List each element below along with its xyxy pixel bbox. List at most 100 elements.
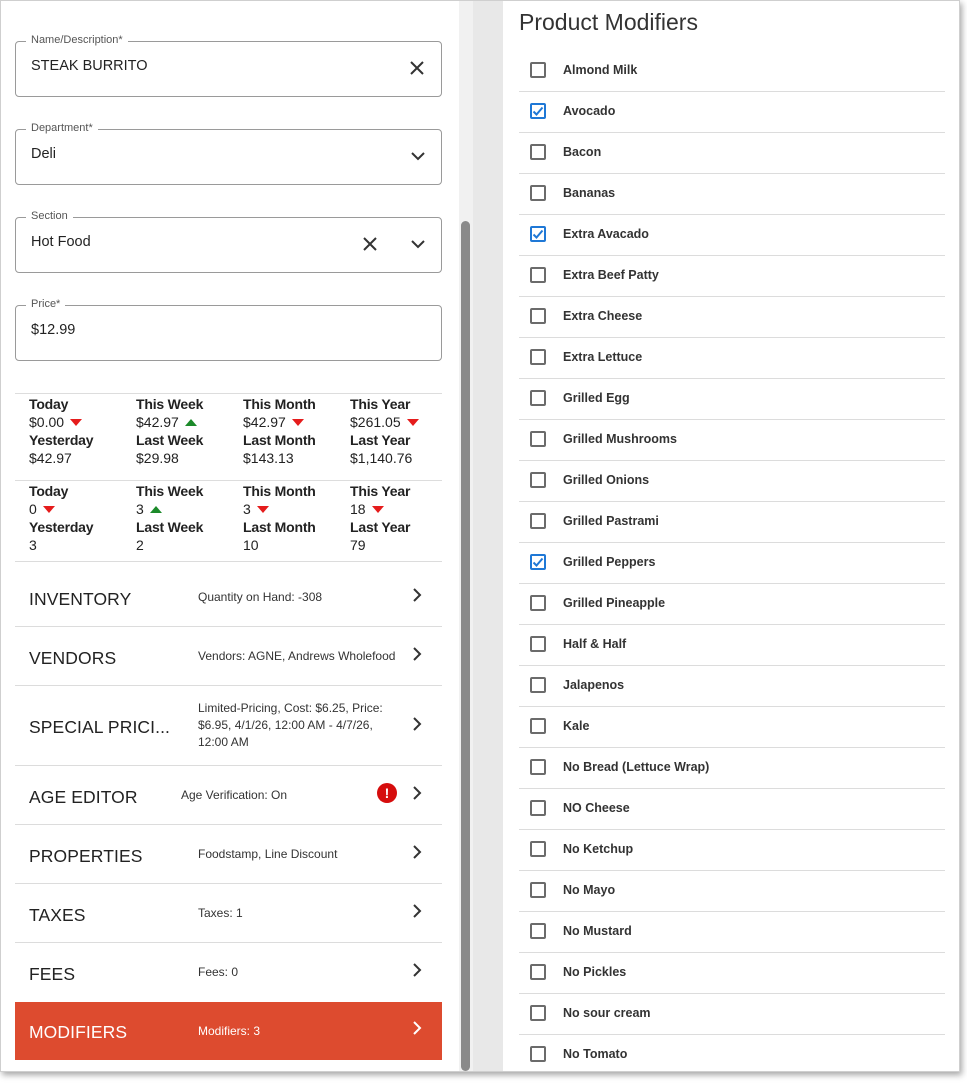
- modifier-row[interactable]: No Bread (Lettuce Wrap): [519, 748, 945, 789]
- checkbox-checked[interactable]: [530, 103, 546, 119]
- modifier-row[interactable]: Bananas: [519, 174, 945, 215]
- checkbox[interactable]: [530, 1046, 546, 1062]
- nav-desc: Foodstamp, Line Discount: [198, 847, 338, 861]
- nav-title: INVENTORY: [29, 589, 132, 609]
- nav-properties[interactable]: PROPERTIES Foodstamp, Line Discount: [15, 824, 442, 884]
- modifier-row[interactable]: Kale: [519, 707, 945, 748]
- modifier-row[interactable]: Extra Avacado: [519, 215, 945, 256]
- checkbox[interactable]: [530, 431, 546, 447]
- modifier-label: Grilled Pineapple: [563, 596, 666, 610]
- stat-value-text: $42.97: [136, 414, 179, 430]
- panel-title: Product Modifiers: [519, 9, 698, 35]
- chevron-down-icon[interactable]: [407, 233, 429, 255]
- checkbox[interactable]: [530, 62, 546, 78]
- checkbox[interactable]: [530, 800, 546, 816]
- modifier-row[interactable]: No Pickles: [519, 953, 945, 994]
- nav-title: MODIFIERS: [29, 1022, 128, 1042]
- stat-value-text: $0.00: [29, 414, 65, 430]
- scrollbar-thumb[interactable]: [461, 221, 470, 1071]
- modifier-row[interactable]: No Ketchup: [519, 830, 945, 871]
- price-field-value[interactable]: $12.99: [31, 322, 75, 338]
- modifier-row[interactable]: Grilled Onions: [519, 461, 945, 502]
- modifier-row[interactable]: Grilled Peppers: [519, 543, 945, 584]
- price-field[interactable]: Price* $12.99: [15, 298, 442, 361]
- modifier-row[interactable]: Grilled Pastrami: [519, 502, 945, 543]
- modifier-row[interactable]: Extra Lettuce: [519, 338, 945, 379]
- modifier-label: Avocado: [563, 104, 616, 118]
- modifier-row[interactable]: Avocado: [519, 92, 945, 133]
- checkbox[interactable]: [530, 964, 546, 980]
- checkbox[interactable]: [530, 267, 546, 283]
- clear-icon[interactable]: [359, 233, 381, 255]
- nav-vendors[interactable]: VENDORS Vendors: AGNE, Andrews Wholefood: [15, 626, 442, 686]
- checkbox[interactable]: [530, 513, 546, 529]
- chevron-down-icon[interactable]: [407, 145, 429, 167]
- stat-prev-label: Last Year: [350, 432, 411, 448]
- stat-value: 0: [29, 499, 129, 519]
- checkbox[interactable]: [530, 308, 546, 324]
- name-field-value[interactable]: STEAK BURRITO: [31, 58, 148, 74]
- modifier-row[interactable]: No sour cream: [519, 994, 945, 1035]
- modifier-label: Extra Beef Patty: [563, 268, 659, 282]
- checkbox[interactable]: [530, 718, 546, 734]
- checkbox[interactable]: [530, 349, 546, 365]
- chevron-right-icon: [413, 786, 422, 800]
- modifier-row[interactable]: No Tomato: [519, 1035, 945, 1071]
- checkbox-checked[interactable]: [530, 554, 546, 570]
- nav-modifiers[interactable]: MODIFIERS Modifiers: 3: [15, 1002, 442, 1060]
- checkbox[interactable]: [530, 882, 546, 898]
- modifier-row[interactable]: Extra Beef Patty: [519, 256, 945, 297]
- department-field-value[interactable]: Deli: [31, 146, 56, 162]
- nav-special-pricing[interactable]: SPECIAL PRICI... Limited-Pricing, Cost: …: [15, 685, 442, 766]
- stat-value: 3: [136, 499, 236, 519]
- stat-prev-value: 10: [243, 537, 259, 553]
- stat-value: $261.05: [350, 412, 450, 432]
- modifier-label: Extra Avacado: [563, 227, 649, 241]
- nav-taxes[interactable]: TAXES Taxes: 1: [15, 883, 442, 943]
- section-field[interactable]: Section Hot Food: [15, 210, 442, 273]
- nav-title: FEES: [29, 964, 76, 984]
- name-field[interactable]: Name/Description* STEAK BURRITO: [15, 34, 442, 97]
- modifier-label: Grilled Peppers: [563, 555, 656, 569]
- nav-inventory[interactable]: INVENTORY Quantity on Hand: -308: [15, 561, 442, 627]
- modifier-row[interactable]: No Mayo: [519, 871, 945, 912]
- stat-prev-label: Last Week: [136, 519, 204, 535]
- stat-this-year: This Year 18 Last Year 79: [350, 483, 450, 555]
- stat-this-week: This Week $42.97 Last Week $29.98: [136, 396, 236, 468]
- stat-this-month: This Month 3 Last Month 10: [243, 483, 343, 555]
- nav-desc: Limited-Pricing, Cost: $6.25, Price: $6.…: [198, 701, 383, 749]
- modifier-row[interactable]: Bacon: [519, 133, 945, 174]
- modifier-row[interactable]: Grilled Egg: [519, 379, 945, 420]
- checkbox[interactable]: [530, 759, 546, 775]
- modifier-row[interactable]: Extra Cheese: [519, 297, 945, 338]
- modifier-row[interactable]: Grilled Mushrooms: [519, 420, 945, 461]
- checkbox[interactable]: [530, 472, 546, 488]
- modifier-label: Grilled Onions: [563, 473, 650, 487]
- modifier-label: Bananas: [563, 186, 616, 200]
- trend-down-icon: [70, 418, 83, 426]
- department-field[interactable]: Department* Deli: [15, 122, 442, 185]
- checkbox[interactable]: [530, 595, 546, 611]
- checkbox[interactable]: [530, 923, 546, 939]
- modifier-row[interactable]: Almond Milk: [519, 51, 945, 92]
- modifier-label: Kale: [563, 719, 590, 733]
- stat-prev-label: Yesterday: [29, 519, 94, 535]
- checkbox[interactable]: [530, 677, 546, 693]
- clear-icon[interactable]: [406, 57, 428, 79]
- modifier-row[interactable]: Jalapenos: [519, 666, 945, 707]
- modifier-row[interactable]: NO Cheese: [519, 789, 945, 830]
- section-field-value[interactable]: Hot Food: [31, 234, 91, 250]
- checkbox[interactable]: [530, 841, 546, 857]
- checkbox[interactable]: [530, 1005, 546, 1021]
- checkbox-checked[interactable]: [530, 226, 546, 242]
- nav-desc: Taxes: 1: [198, 906, 243, 920]
- checkbox[interactable]: [530, 636, 546, 652]
- checkbox[interactable]: [530, 185, 546, 201]
- checkbox[interactable]: [530, 390, 546, 406]
- modifier-row[interactable]: Half & Half: [519, 625, 945, 666]
- modifier-row[interactable]: No Mustard: [519, 912, 945, 953]
- modifier-row[interactable]: Grilled Pineapple: [519, 584, 945, 625]
- nav-fees[interactable]: FEES Fees: 0: [15, 942, 442, 1002]
- checkbox[interactable]: [530, 144, 546, 160]
- nav-age-editor[interactable]: AGE EDITOR Age Verification: On !: [15, 765, 442, 825]
